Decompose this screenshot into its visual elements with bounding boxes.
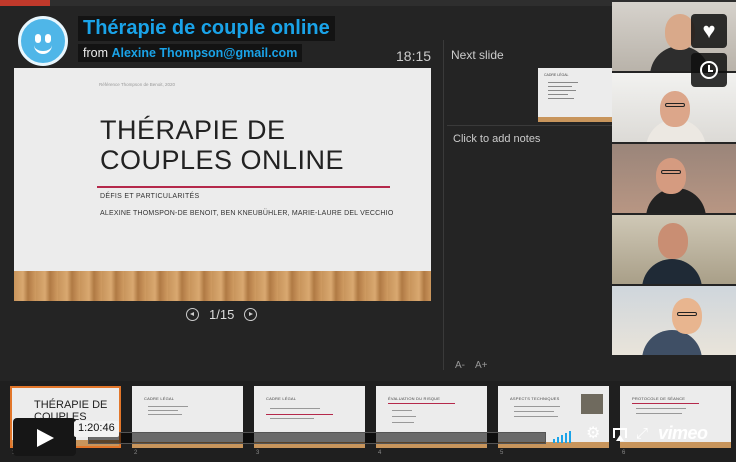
thumb-rule: [388, 403, 455, 404]
current-slide: Référence Thompson de Benoit, 2020 THÉRA…: [14, 68, 431, 301]
slide-title: THÉRAPIE DE COUPLES ONLINE: [100, 115, 345, 175]
thumb-line: [548, 82, 578, 83]
thumb-wood-floor: [538, 117, 612, 122]
participant-glasses: [677, 312, 697, 316]
thumb-line: [148, 406, 188, 407]
author-link[interactable]: Alexine Thompson@gmail.com: [111, 46, 297, 60]
slide-authors: ALEXINE THOMSPON-DE BENOIT, BEN KNEUBÜHL…: [100, 210, 394, 217]
slide-header: Référence Thompson de Benoit, 2020: [99, 82, 175, 87]
presenter-divider: [443, 40, 444, 370]
participant-video-5: [612, 286, 736, 355]
participant-glasses: [665, 103, 685, 107]
airplay-icon[interactable]: [613, 428, 627, 441]
author-avatar[interactable]: [18, 16, 68, 66]
progress-bar[interactable]: [88, 432, 546, 444]
clock-icon: [700, 61, 718, 79]
heart-icon: ♥: [702, 18, 716, 43]
participant-video-3: [612, 144, 736, 213]
settings-icon[interactable]: ⚙: [586, 426, 600, 442]
participant-head: [672, 298, 702, 334]
notes-divider: [447, 125, 612, 126]
participant-glasses: [661, 170, 681, 174]
font-size-buttons: A- A+: [455, 360, 488, 371]
slide-rule: [97, 186, 390, 188]
participant-head: [656, 158, 686, 194]
avatar-smile: [34, 45, 52, 54]
watch-later-button[interactable]: [691, 53, 727, 87]
thumb-line: [548, 90, 576, 91]
slide-subtitle: DÉFIS ET PARTICULARITÉS: [100, 193, 200, 200]
thumb-line: [548, 86, 572, 87]
thumb-title: CADRE LÉGAL: [266, 396, 297, 401]
next-slide-label: Next slide: [451, 48, 504, 62]
avatar-eye-left: [35, 34, 41, 43]
previous-slide-icon[interactable]: [186, 308, 199, 321]
slide-title-line2: COUPLES ONLINE: [100, 144, 345, 175]
thumb-title: ÉVALUATION DU RISQUE: [388, 396, 441, 401]
current-time: 1:20:46: [74, 421, 119, 437]
next-slide-thumbnail[interactable]: CADRE LÉGAL: [538, 68, 612, 122]
participant-body: [642, 330, 702, 355]
like-button[interactable]: ♥: [691, 14, 727, 48]
participant-video-4: [612, 215, 736, 284]
play-button[interactable]: [13, 418, 76, 456]
font-increase-button[interactable]: A+: [475, 360, 488, 371]
thumb-rule: [632, 403, 699, 404]
font-decrease-button[interactable]: A-: [455, 360, 465, 371]
thumb-title: PROTOCOLE DE SÉANCE: [632, 396, 686, 401]
from-label: from: [83, 46, 108, 60]
video-byline: from Alexine Thompson@gmail.com: [78, 44, 303, 62]
thumb-line: [270, 408, 320, 409]
top-progress-indicator: [0, 0, 50, 6]
thumb-line: [548, 98, 574, 99]
fullscreen-icon[interactable]: ⤢: [636, 426, 648, 441]
vimeo-logo[interactable]: vimeo: [658, 423, 708, 444]
thumb-line: [636, 408, 686, 409]
slide-counter: 1/15: [209, 307, 235, 322]
next-slide-icon[interactable]: [244, 308, 258, 321]
video-title[interactable]: Thérapie de couple online: [78, 16, 335, 41]
notes-area[interactable]: Click to add notes: [453, 133, 540, 145]
slide-wood-floor: [14, 271, 431, 301]
thumb-title: ASPECTS TECHNIQUES: [510, 396, 560, 401]
participant-body: [642, 259, 702, 284]
video-player[interactable]: Thérapie de couple online from Alexine T…: [0, 0, 736, 462]
slide-navigation: 1/15: [186, 307, 258, 322]
thumb-title: CADRE LÉGAL: [144, 396, 175, 401]
player-controls: 1:20:46 ⚙ ⤢ vimeo: [0, 410, 736, 462]
slide-title-line1: THÉRAPIE DE: [100, 115, 286, 145]
participant-head: [658, 223, 688, 259]
avatar-eye-right: [45, 34, 51, 43]
participant-head: [660, 91, 690, 127]
volume-icon[interactable]: [553, 430, 571, 443]
thumb-line: [514, 406, 560, 407]
presenter-timer: 18:15: [396, 48, 432, 64]
next-slide-title: CADRE LÉGAL: [544, 73, 569, 77]
thumb-line: [548, 94, 568, 95]
